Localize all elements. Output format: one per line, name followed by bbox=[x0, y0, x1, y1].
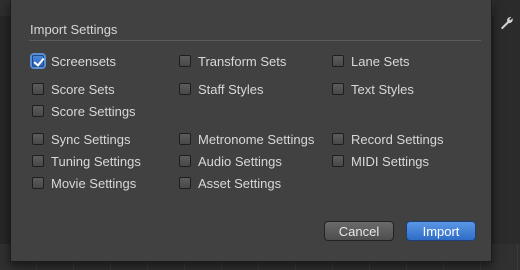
checkbox-box[interactable] bbox=[179, 177, 191, 189]
checkbox-label: Metronome Settings bbox=[198, 131, 315, 147]
wrench-icon[interactable] bbox=[498, 16, 516, 36]
checkbox-label: Movie Settings bbox=[51, 175, 137, 191]
title-divider bbox=[29, 40, 481, 41]
checkbox-movie-settings[interactable]: Movie Settings bbox=[32, 174, 136, 192]
checkbox-metronome-settings[interactable]: Metronome Settings bbox=[179, 130, 314, 148]
checkbox-label: Text Styles bbox=[351, 81, 414, 97]
checkbox-staff-styles[interactable]: Staff Styles bbox=[179, 80, 264, 98]
checkbox-box[interactable] bbox=[32, 177, 44, 189]
checkbox-box[interactable] bbox=[179, 55, 191, 67]
checkbox-label: Record Settings bbox=[351, 131, 444, 147]
checkbox-box[interactable] bbox=[332, 55, 344, 67]
checkbox-score-sets[interactable]: Score Sets bbox=[32, 80, 115, 98]
checkbox-label: Transform Sets bbox=[198, 53, 287, 69]
checkbox-box[interactable] bbox=[32, 155, 44, 167]
checkbox-box[interactable] bbox=[332, 155, 344, 167]
checkbox-box[interactable] bbox=[332, 133, 344, 145]
checkbox-transform-sets[interactable]: Transform Sets bbox=[179, 52, 286, 70]
checkbox-box[interactable] bbox=[32, 105, 44, 117]
checkbox-box[interactable] bbox=[332, 83, 344, 95]
checkbox-sync-settings[interactable]: Sync Settings bbox=[32, 130, 131, 148]
background-side-panel bbox=[494, 0, 520, 270]
checkbox-screensets[interactable]: Screensets bbox=[32, 52, 116, 70]
checkbox-label: MIDI Settings bbox=[351, 153, 430, 169]
import-button[interactable]: Import bbox=[406, 221, 476, 241]
checkbox-text-styles[interactable]: Text Styles bbox=[332, 80, 414, 98]
checkbox-lane-sets[interactable]: Lane Sets bbox=[332, 52, 410, 70]
checkbox-label: Lane Sets bbox=[351, 53, 410, 69]
checkbox-label: Asset Settings bbox=[198, 175, 282, 191]
checkbox-label: Score Sets bbox=[51, 81, 115, 97]
checkbox-label: Screensets bbox=[51, 53, 117, 69]
checkbox-label: Audio Settings bbox=[198, 153, 282, 169]
checkbox-box[interactable] bbox=[179, 155, 191, 167]
checkbox-box[interactable] bbox=[179, 83, 191, 95]
checkbox-audio-settings[interactable]: Audio Settings bbox=[179, 152, 282, 170]
checkbox-asset-settings[interactable]: Asset Settings bbox=[179, 174, 281, 192]
checkbox-label: Tuning Settings bbox=[51, 153, 141, 169]
checkbox-box[interactable] bbox=[179, 133, 191, 145]
checkbox-box[interactable] bbox=[32, 133, 44, 145]
cancel-button[interactable]: Cancel bbox=[324, 221, 394, 241]
dialog-title: Import Settings bbox=[30, 22, 118, 37]
checkbox-box[interactable] bbox=[32, 83, 44, 95]
checkbox-label: Staff Styles bbox=[198, 81, 264, 97]
checkbox-tuning-settings[interactable]: Tuning Settings bbox=[32, 152, 141, 170]
import-settings-dialog: Import Settings Screensets Transform Set… bbox=[10, 0, 492, 262]
checkbox-label: Score Settings bbox=[51, 103, 136, 119]
checkbox-label: Sync Settings bbox=[51, 131, 131, 147]
checkbox-midi-settings[interactable]: MIDI Settings bbox=[332, 152, 429, 170]
checkbox-score-settings[interactable]: Score Settings bbox=[32, 102, 136, 120]
checkbox-record-settings[interactable]: Record Settings bbox=[332, 130, 444, 148]
checkbox-checked-icon[interactable] bbox=[32, 55, 44, 67]
